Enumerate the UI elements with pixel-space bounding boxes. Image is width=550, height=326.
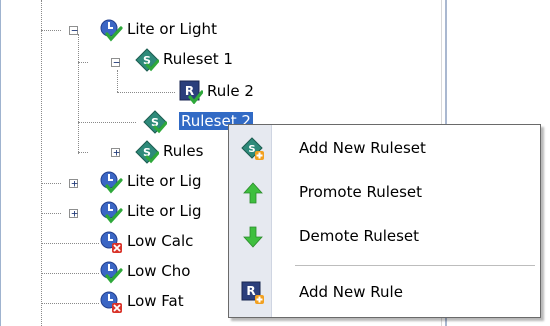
tree-node-label: Ruleset 1 bbox=[163, 50, 233, 68]
tree-node-label: Rule 2 bbox=[207, 82, 254, 100]
menu-item-label: Promote Ruleset bbox=[299, 183, 423, 201]
expand-toggle[interactable]: + bbox=[69, 207, 78, 220]
tree-node-ruleset-1[interactable]: S Ruleset 1 bbox=[135, 48, 335, 72]
tree-node-low-fat[interactable]: Low Fat bbox=[99, 290, 229, 314]
tree-node-lite-or-light[interactable]: Lite or Light bbox=[99, 18, 339, 42]
category-check-icon bbox=[100, 261, 123, 284]
ruleset-icon: S bbox=[143, 110, 167, 134]
tree-node-lite-or-light-2[interactable]: Lite or Lig bbox=[99, 170, 229, 194]
add-rule-icon: R bbox=[241, 281, 264, 304]
category-check-icon bbox=[100, 171, 123, 194]
collapse-toggle[interactable]: − bbox=[69, 24, 78, 37]
menu-item-label: Demote Ruleset bbox=[299, 227, 420, 245]
tree-node-ruleset-3[interactable]: S Rules bbox=[135, 140, 225, 164]
down-arrow-icon bbox=[243, 226, 263, 248]
tree-node-label: Rules bbox=[163, 142, 204, 160]
expand-toggle[interactable]: + bbox=[69, 177, 78, 190]
add-ruleset-icon: S bbox=[241, 137, 264, 160]
context-menu: S Add New Ruleset Promote Ruleset Demote… bbox=[228, 124, 541, 318]
svg-text:S: S bbox=[248, 144, 255, 155]
category-check-icon bbox=[100, 201, 123, 224]
tree-node-label: Low Calc bbox=[127, 232, 194, 250]
tree-node-low-calorie[interactable]: Low Calc bbox=[99, 230, 229, 254]
menu-item-add-new-ruleset[interactable]: S Add New Ruleset bbox=[229, 127, 540, 171]
menu-item-demote-ruleset[interactable]: Demote Ruleset bbox=[229, 215, 540, 259]
tree-node-low-cholesterol[interactable]: Low Cho bbox=[99, 260, 229, 284]
menu-item-promote-ruleset[interactable]: Promote Ruleset bbox=[229, 171, 540, 215]
tree-node-label: Low Fat bbox=[127, 292, 184, 310]
tree-node-label: Lite or Light bbox=[127, 20, 217, 38]
menu-item-label: Add New Ruleset bbox=[299, 139, 426, 157]
expand-toggle[interactable]: + bbox=[111, 146, 120, 159]
menu-item-label: Add New Rule bbox=[299, 283, 403, 301]
category-error-icon bbox=[100, 231, 122, 253]
svg-text:R: R bbox=[246, 284, 255, 298]
up-arrow-icon bbox=[243, 182, 263, 204]
menu-item-add-new-rule[interactable]: R Add New Rule bbox=[229, 271, 540, 315]
category-check-icon bbox=[100, 19, 123, 42]
collapse-toggle[interactable]: − bbox=[111, 56, 120, 69]
category-error-icon bbox=[100, 291, 122, 313]
ruleset-icon: S bbox=[135, 48, 159, 72]
rule-check-icon: R bbox=[179, 80, 203, 104]
tree-node-label: Lite or Lig bbox=[127, 202, 202, 220]
tree-node-label: Lite or Lig bbox=[127, 172, 202, 190]
ruleset-icon: S bbox=[135, 140, 159, 164]
menu-separator bbox=[295, 265, 535, 266]
tree-node-rule-2[interactable]: R Rule 2 bbox=[179, 80, 379, 104]
tree-node-lite-or-light-3[interactable]: Lite or Lig bbox=[99, 200, 229, 224]
tree-node-label: Low Cho bbox=[127, 262, 191, 280]
